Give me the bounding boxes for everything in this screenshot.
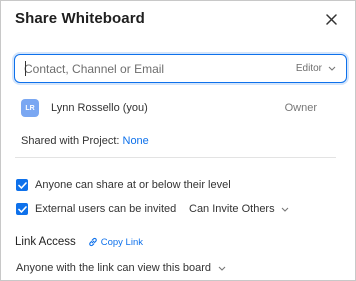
link-access-label: Link Access <box>15 236 76 248</box>
invite-role-label: Editor <box>295 63 322 74</box>
chevron-down-icon <box>328 66 336 71</box>
copy-link-label: Copy Link <box>100 236 143 248</box>
share-whiteboard-dialog: Share Whiteboard Editor LR Lynn Rossello… <box>0 0 356 281</box>
text-cursor <box>25 61 26 76</box>
invite-others-label: Can Invite Others <box>189 203 275 215</box>
invite-field[interactable]: Editor <box>14 54 347 83</box>
close-icon <box>325 13 337 25</box>
member-row: LR Lynn Rossello (you) Owner <box>21 97 321 119</box>
external-users-label: External users can be invited <box>35 203 177 215</box>
member-name: Lynn Rossello (you) <box>51 102 148 114</box>
checkmark-icon <box>17 181 27 189</box>
invite-others-dropdown[interactable]: Can Invite Others <box>189 201 289 217</box>
invite-input[interactable] <box>15 55 296 82</box>
external-users-option: External users can be invited <box>16 201 176 217</box>
share-level-checkbox[interactable] <box>16 179 28 191</box>
link-access-dropdown[interactable]: Anyone with the link can view this board <box>16 260 226 276</box>
external-users-checkbox[interactable] <box>16 203 28 215</box>
chevron-down-icon <box>281 207 288 212</box>
invite-role-dropdown[interactable]: Editor <box>296 63 346 74</box>
link-access-setting: Anyone with the link can view this board <box>16 262 212 274</box>
member-role: Owner <box>284 102 317 114</box>
share-level-option: Anyone can share at or below their level <box>16 177 231 193</box>
avatar: LR <box>21 99 39 117</box>
link-access-header: Link Access Copy Link <box>15 234 143 250</box>
project-link[interactable]: None <box>123 135 149 147</box>
link-icon <box>88 237 97 247</box>
project-label: Shared with Project: <box>21 135 120 147</box>
divider <box>15 157 336 158</box>
close-button[interactable] <box>321 9 341 29</box>
chevron-down-icon <box>218 266 226 271</box>
copy-link-button[interactable]: Copy Link <box>88 237 143 248</box>
dialog-title: Share Whiteboard <box>15 10 145 27</box>
checkmark-icon <box>17 205 27 213</box>
shared-with-project: Shared with Project: None <box>21 135 149 147</box>
share-level-label: Anyone can share at or below their level <box>35 179 231 191</box>
